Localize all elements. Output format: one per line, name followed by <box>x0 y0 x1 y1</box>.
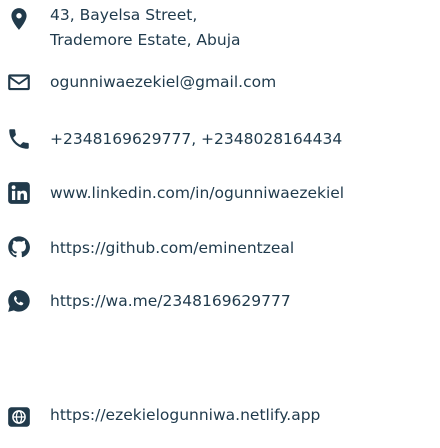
contact-list: 43, Bayelsa Street, Trademore Estate, Ab… <box>0 0 440 448</box>
github-icon <box>6 234 32 260</box>
address-line-2: Trademore Estate, Abuja <box>50 31 241 49</box>
whatsapp-row: https://wa.me/2348169629777 <box>0 282 440 322</box>
address-line-1: 43, Bayelsa Street, <box>50 6 198 24</box>
linkedin-text[interactable]: www.linkedin.com/in/ogunniwaezekiel <box>50 182 344 204</box>
address-row: 43, Bayelsa Street, Trademore Estate, Ab… <box>0 4 440 60</box>
phone-row: +2348169629777, +2348028164434 <box>0 120 440 160</box>
email-text[interactable]: ogunniwaezekiel@gmail.com <box>50 71 276 93</box>
website-row: https://ezekielogunniwa.netlify.app <box>0 396 440 436</box>
github-text[interactable]: https://github.com/eminentzeal <box>50 237 294 259</box>
linkedin-row: www.linkedin.com/in/ogunniwaezekiel <box>0 173 440 213</box>
website-icon <box>6 404 32 430</box>
whatsapp-text[interactable]: https://wa.me/2348169629777 <box>50 290 291 312</box>
email-row: ogunniwaezekiel@gmail.com <box>0 62 440 102</box>
github-row: https://github.com/eminentzeal <box>0 228 440 268</box>
website-text[interactable]: https://ezekielogunniwa.netlify.app <box>50 404 320 426</box>
phone-icon <box>6 126 32 152</box>
linkedin-icon <box>6 180 32 206</box>
location-pin-icon <box>6 6 32 32</box>
phone-text[interactable]: +2348169629777, +2348028164434 <box>50 128 342 150</box>
whatsapp-icon <box>6 288 32 314</box>
envelope-icon <box>6 69 32 95</box>
